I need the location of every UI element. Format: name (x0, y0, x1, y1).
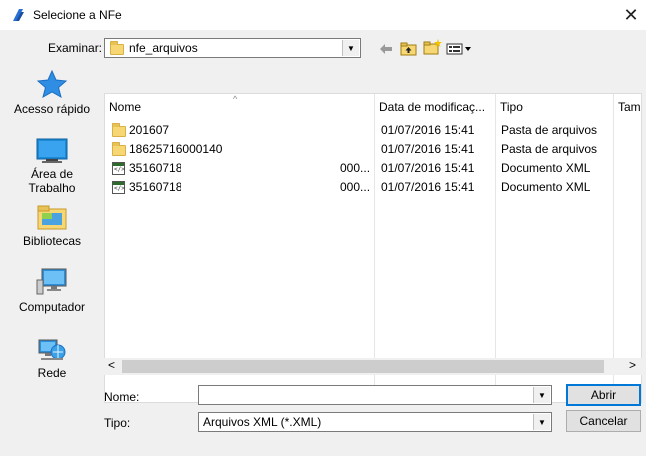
column-date[interactable]: Data de modificaç... (375, 94, 495, 120)
list-item[interactable]: 201607 01/07/2016 15:41 Pasta de arquivo… (105, 121, 641, 140)
filetype-label: Tipo: (104, 416, 131, 430)
open-button[interactable]: Abrir (566, 384, 641, 406)
file-dialog: Examinar: nfe_arquivos ▼ Acesso rápido Á… (0, 30, 646, 456)
column-size[interactable]: Tam (614, 94, 641, 120)
file-name: 201607 (129, 123, 170, 137)
place-label: Computador (18, 300, 86, 314)
desktop-icon (36, 138, 68, 163)
filetype-value: Arquivos XML (*.XML) (203, 415, 322, 429)
folder-icon (112, 142, 126, 156)
back-arrow-icon (380, 44, 392, 54)
chevron-down-icon[interactable]: ▼ (342, 40, 359, 56)
lookin-label: Examinar: (48, 41, 103, 55)
file-name-truncation: 000... (340, 180, 371, 194)
list-item[interactable]: 18625716000140 01/07/2016 15:41 Pasta de… (105, 140, 641, 159)
file-name: 18625716000140 (129, 142, 223, 156)
file-date: 01/07/2016 15:41 (381, 142, 475, 156)
list-item[interactable]: 35160718 000... 01/07/2016 15:41 Documen… (105, 178, 641, 197)
cancel-button[interactable]: Cancelar (566, 410, 641, 432)
back-button[interactable] (378, 40, 394, 58)
view-menu-button[interactable] (446, 40, 472, 58)
place-desktop[interactable]: Área de Trabalho (0, 138, 104, 195)
folder-icon (110, 41, 124, 55)
close-icon: ✕ (623, 4, 639, 25)
file-type: Pasta de arquivos (501, 142, 598, 156)
place-quick-access[interactable]: Acesso rápido (0, 69, 104, 116)
file-type: Pasta de arquivos (501, 123, 598, 137)
close-button[interactable]: ✕ (616, 0, 646, 30)
lookin-combo[interactable]: nfe_arquivos ▼ (104, 38, 361, 58)
xml-file-icon (112, 181, 125, 194)
place-libraries[interactable]: Bibliotecas (0, 204, 104, 248)
app-logo-icon (13, 9, 24, 21)
computer-icon (36, 268, 67, 295)
lookin-value: nfe_arquivos (129, 41, 198, 55)
view-menu-icon (446, 43, 471, 55)
scroll-right-icon[interactable]: > (629, 358, 636, 372)
sort-ascending-icon: ^ (233, 94, 238, 104)
scrollbar-thumb[interactable] (122, 360, 604, 373)
file-type: Documento XML (501, 161, 591, 175)
filename-input[interactable]: ▼ (198, 385, 552, 405)
place-label: Rede (37, 366, 67, 380)
chevron-down-icon[interactable]: ▼ (533, 387, 550, 403)
up-folder-icon (400, 42, 416, 56)
filename-label: Nome: (104, 390, 140, 404)
horizontal-scrollbar[interactable]: < > (104, 358, 642, 375)
list-item[interactable]: 35160718 000... 01/07/2016 15:41 Documen… (105, 159, 641, 178)
new-folder-icon (423, 39, 442, 55)
xml-file-icon (112, 162, 125, 175)
column-label: Nome (109, 100, 142, 114)
new-folder-button[interactable] (422, 38, 442, 56)
up-folder-button[interactable] (399, 40, 417, 58)
folder-icon (112, 123, 126, 137)
file-type: Documento XML (501, 180, 591, 194)
chevron-down-icon[interactable]: ▼ (533, 414, 550, 430)
file-date: 01/07/2016 15:41 (381, 161, 475, 175)
quick-access-star-icon (36, 69, 68, 99)
window-title: Selecione a NFe (33, 8, 122, 22)
file-name: 35160718 (129, 180, 181, 194)
filetype-select[interactable]: Arquivos XML (*.XML) ▼ (198, 412, 552, 432)
column-name[interactable]: Nome ^ (105, 94, 374, 120)
place-computer[interactable]: Computador (0, 268, 104, 314)
title-bar: Selecione a NFe ✕ (0, 0, 646, 30)
file-list[interactable]: Nome ^ Data de modificaç... Tipo Tam 201… (104, 93, 642, 403)
file-name-truncation: 000... (340, 161, 371, 175)
place-label: Bibliotecas (22, 234, 82, 248)
place-network[interactable]: Rede (0, 332, 104, 380)
network-icon (38, 339, 66, 360)
scroll-left-icon[interactable]: < (108, 358, 115, 372)
place-label: Área de Trabalho (28, 167, 76, 195)
libraries-icon (37, 205, 67, 230)
file-date: 01/07/2016 15:41 (381, 123, 475, 137)
place-label: Acesso rápido (13, 102, 91, 116)
column-type[interactable]: Tipo (496, 94, 613, 120)
file-date: 01/07/2016 15:41 (381, 180, 475, 194)
file-name: 35160718 (129, 161, 181, 175)
